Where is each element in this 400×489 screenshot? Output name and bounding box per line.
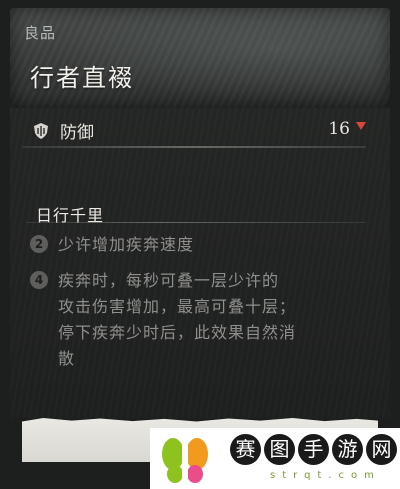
watermark-char: 网 [366,434,397,465]
set-effect-item: 4 疾奔时，每秒可叠一层少许的 攻击伤害增加，最高可叠十层； 停下疾奔少时后，此… [30,268,360,378]
stat-decrease-arrow-icon [356,122,366,130]
watermark-char: 图 [264,434,295,465]
set-count-badge: 4 [30,271,48,289]
watermark-char: 游 [332,434,363,465]
watermark-url: strqt.com [270,470,381,481]
stat-value: 16 [328,119,350,139]
set-effect-text: 少许增加疾奔速度 [58,235,195,254]
butterfly-logo-icon [162,438,208,483]
watermark-title: 赛 图 手 游 网 [230,434,397,465]
shield-icon [34,123,48,139]
set-effect-item: 2 少许增加疾奔速度 [30,232,360,260]
set-effect-text: 疾奔时，每秒可叠一层少许的 攻击伤害增加，最高可叠十层； 停下疾奔少时后，此效果… [58,271,297,368]
item-name-title: 行者直裰 [30,64,134,92]
item-quality-label: 良品 [24,24,57,42]
set-count-badge: 2 [30,235,48,253]
item-tooltip: 良品 行者直裰 防御 16 日行千里 2 少许增加疾奔速度 4 疾奔时，每秒可叠… [0,0,400,489]
watermark-char: 赛 [230,434,261,465]
stat-label: 防御 [60,123,94,143]
stat-divider [22,146,366,148]
watermark-char: 手 [298,434,329,465]
site-watermark: 赛 图 手 游 网 strqt.com [150,428,400,489]
stat-row-defense: 防御 16 [22,118,366,144]
section-divider [26,222,366,223]
